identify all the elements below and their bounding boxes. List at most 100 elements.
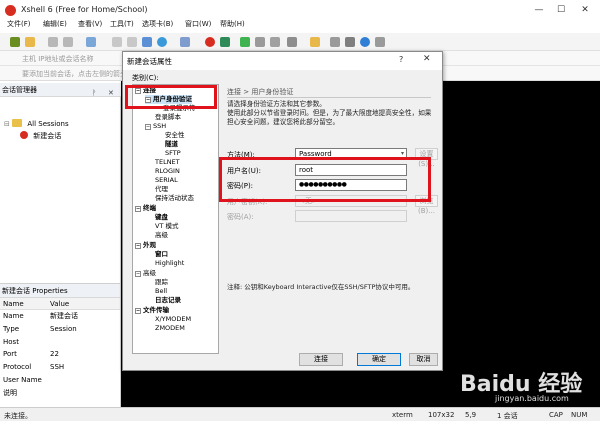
connect-icon[interactable] (48, 37, 58, 47)
dialog-title-bar: 新建会话属性 ? ✕ (123, 52, 442, 70)
menu-tools[interactable]: 工具(T) (110, 19, 134, 29)
tree-node-zmodem[interactable]: ZMODEM (155, 324, 185, 333)
tree-item-all-sessions[interactable]: ⊟ All Sessions (4, 118, 69, 130)
tree-node-trace[interactable]: 跟踪 (155, 278, 168, 287)
browse-button[interactable]: 浏览(B)... (415, 195, 438, 215)
tree-node-xymodem[interactable]: X/YMODEM (155, 315, 191, 324)
tree-node-security[interactable]: 安全性 (165, 131, 185, 140)
method-label: 方法(M): (227, 151, 255, 159)
table-row: Name 新建会话 (3, 312, 78, 320)
table-row: Port 22 (3, 350, 59, 359)
fullscreen-icon[interactable] (240, 37, 250, 47)
table-row: User Name (3, 375, 42, 384)
tab-folder-icon[interactable] (310, 37, 320, 47)
tree-node-proxy[interactable]: 代理 (155, 185, 168, 194)
menu-bar: 文件(F) 编辑(E) 查看(V) 工具(T) 选项卡(B) 窗口(W) 帮助(… (0, 16, 600, 33)
tree-node-keep-alive[interactable]: 保持活动状态 (155, 194, 194, 203)
breadcrumb: 连接 > 用户身份验证 (227, 88, 294, 96)
ok-button[interactable]: 确定 (357, 353, 401, 366)
username-field[interactable]: root (295, 164, 407, 176)
session-manager-label: 会话管理器 (2, 86, 37, 94)
tree-node-sftp[interactable]: SFTP (165, 149, 181, 158)
tree-node-keyboard[interactable]: 键盘 (155, 213, 168, 222)
keyboard-icon[interactable] (270, 37, 280, 47)
chat-icon[interactable] (375, 37, 385, 47)
divider (227, 97, 431, 98)
caps-indicator: CAP (549, 411, 563, 419)
xshell-app-icon (5, 5, 16, 16)
xmanager-icon[interactable] (220, 37, 230, 47)
close-window-button[interactable]: ✕ (575, 4, 595, 16)
layout-icon[interactable] (330, 37, 340, 47)
tree-node-terminal[interactable]: − 终端 (135, 204, 156, 213)
help-icon[interactable] (360, 37, 370, 47)
tree-node-tunneling[interactable]: 隧道 (165, 140, 178, 149)
reconnect-icon[interactable] (86, 37, 96, 47)
open-folder-icon[interactable] (25, 37, 35, 47)
tree-node-logging[interactable]: 日志记录 (155, 296, 181, 305)
tree-node-appearance[interactable]: − 外观 (135, 241, 156, 250)
new-session-icon[interactable] (10, 37, 20, 47)
close-panel-icon[interactable]: ✕ (108, 86, 114, 100)
user-key-label: 用户密钥(K): (227, 198, 268, 206)
category-label: 类别(C): (132, 74, 159, 82)
settings-button[interactable]: 设置(S)... (415, 148, 438, 168)
tree-node-vt-modes[interactable]: VT 模式 (155, 222, 178, 231)
password-field[interactable]: ●●●●●●●●●● (295, 179, 407, 191)
pin-icon[interactable]: ᚹ (92, 86, 96, 100)
tree-node-telnet[interactable]: TELNET (155, 158, 180, 167)
menu-help[interactable]: 帮助(H) (220, 19, 245, 29)
tree-node-advanced[interactable]: 高级 (155, 231, 168, 240)
tree-node-bell[interactable]: Bell (155, 287, 167, 296)
cancel-button[interactable]: 取消 (409, 353, 438, 366)
tree-node-user-auth[interactable]: − 用户身份验证 (145, 95, 192, 104)
disconnect-icon[interactable] (63, 37, 73, 47)
tree-node-window[interactable]: 窗口 (155, 250, 168, 259)
session-tree: ⊟ All Sessions 新建会话 (4, 118, 69, 142)
user-key-select[interactable]: <无> ▾ (295, 195, 407, 207)
num-indicator: NUM (571, 411, 588, 419)
properties-col-value: Value (50, 300, 70, 308)
script-icon[interactable] (345, 37, 355, 47)
connection-status: 未连接。 (4, 412, 32, 420)
find-icon[interactable] (142, 37, 152, 47)
minimize-button[interactable]: — (529, 4, 549, 16)
dialog-help-button[interactable]: ? (399, 55, 403, 64)
tree-node-highlight[interactable]: Highlight (155, 259, 184, 268)
tree-item-new-session[interactable]: 新建会话 (4, 130, 69, 142)
folder-icon (12, 119, 23, 127)
tree-node-ssh[interactable]: − SSH (145, 122, 166, 131)
tree-node-serial[interactable]: SERIAL (155, 176, 178, 185)
maximize-button[interactable]: ☐ (551, 4, 571, 16)
table-row: 说明 (3, 388, 17, 397)
auth-note: 注释: 公钥和Keyboard Interactive仅在SSH/SFTP协议中… (227, 283, 415, 291)
terminal-type: xterm (392, 411, 413, 419)
address-input[interactable]: 主机 IP地址或会话名称 (22, 54, 94, 64)
passphrase-field[interactable] (295, 210, 407, 222)
menu-file[interactable]: 文件(F) (7, 19, 31, 29)
menu-edit[interactable]: 编辑(E) (43, 19, 67, 29)
tree-node-file-transfer[interactable]: − 文件传输 (135, 306, 169, 315)
menu-tabs[interactable]: 选项卡(B) (142, 19, 173, 29)
compose-icon[interactable] (287, 37, 297, 47)
tree-node-connection[interactable]: − 连接 (135, 86, 156, 95)
font-icon[interactable] (180, 37, 190, 47)
lock-icon[interactable] (255, 37, 265, 47)
tree-node-login-scripts[interactable]: 登录脚本 (155, 113, 181, 122)
globe-icon[interactable] (157, 37, 167, 47)
connect-button[interactable]: 连接 (299, 353, 343, 366)
tree-node-advanced2[interactable]: − 高级 (135, 269, 156, 278)
xftp-icon[interactable] (205, 37, 215, 47)
tree-node-login-prompts[interactable]: 登录提示符 (163, 104, 196, 113)
menu-view[interactable]: 查看(V) (78, 19, 102, 29)
method-select[interactable]: Password ▾ (295, 148, 407, 160)
menu-window[interactable]: 窗口(W) (185, 19, 211, 29)
tree-node-rlogin[interactable]: RLOGIN (155, 167, 180, 176)
properties-col-name: Name (3, 300, 24, 308)
paste-icon[interactable] (127, 37, 137, 47)
dialog-close-button[interactable]: ✕ (423, 54, 431, 64)
session-count: 1 会话 (497, 412, 518, 420)
dialog-title: 新建会话属性 (127, 57, 172, 66)
properties-panel: 新建会话 Properties Name Value Name 新建会话 Type… (0, 283, 121, 407)
copy-icon[interactable] (112, 37, 122, 47)
